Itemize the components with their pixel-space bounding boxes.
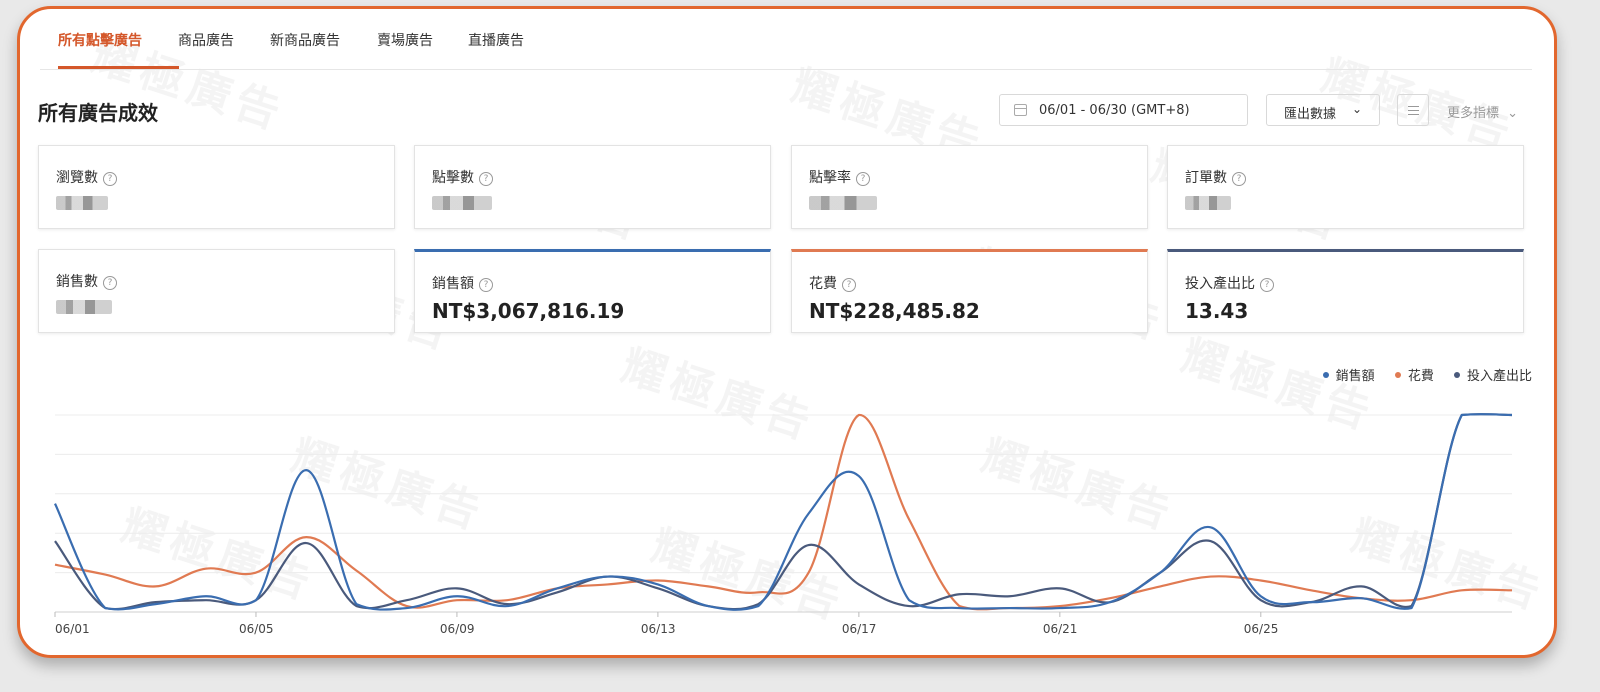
x-tick-label: 06/05 — [239, 622, 274, 636]
x-tick-label: 06/25 — [1244, 622, 1279, 636]
series-line-2[interactable] — [54, 413, 1513, 611]
x-tick-label: 06/09 — [440, 622, 475, 636]
x-tick-label: 06/17 — [842, 622, 877, 636]
x-tick-label: 06/13 — [641, 622, 676, 636]
x-tick-label: 06/01 — [55, 622, 90, 636]
app-window: 耀極廣告 耀極廣告 耀極廣告 耀極廣告 耀極廣告 耀極廣告 耀極廣告 耀極廣告 … — [17, 6, 1557, 658]
performance-line-chart: 06/01 06/05 06/09 06/13 06/17 06/21 06/25 — [54, 413, 1513, 636]
x-tick-label: 06/21 — [1043, 622, 1078, 636]
